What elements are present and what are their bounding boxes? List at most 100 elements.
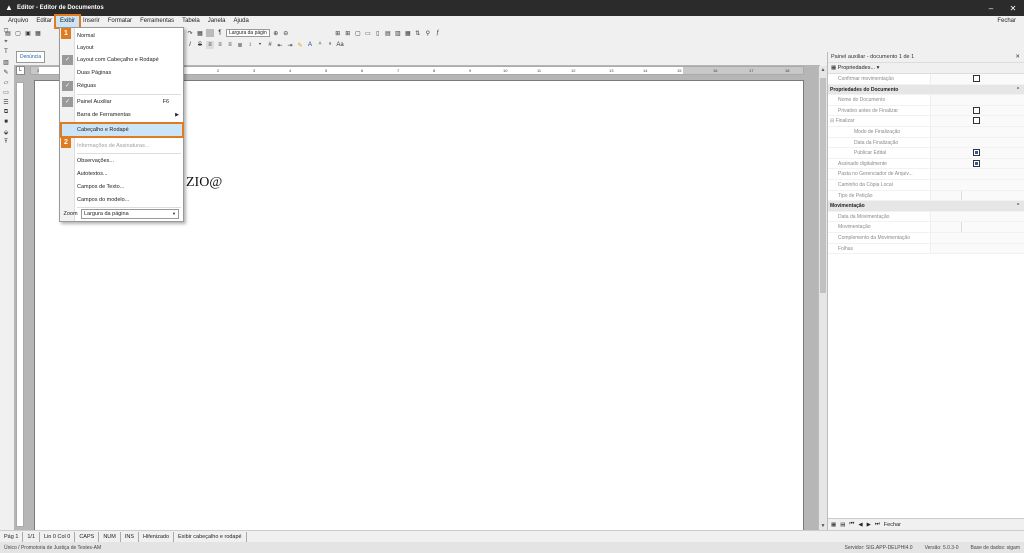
property-value[interactable] xyxy=(930,190,1024,201)
menu-janela[interactable]: Janela xyxy=(204,16,230,27)
property-value[interactable] xyxy=(930,126,1024,137)
zoom-select[interactable]: Largura da página ▼ xyxy=(81,209,179,219)
property-value[interactable] xyxy=(930,179,1024,190)
property-row[interactable]: Data da Movimentação xyxy=(828,211,1024,223)
property-row[interactable]: Complemento da Movimentação xyxy=(828,232,1024,244)
property-value[interactable] xyxy=(930,148,1024,158)
paint-icon[interactable]: ⬙ xyxy=(2,128,10,136)
menu-editar[interactable]: Editar xyxy=(32,16,56,27)
property-row[interactable]: Data da Finalização xyxy=(828,137,1024,149)
text-tool-icon[interactable]: T xyxy=(2,48,10,56)
list-view-icon[interactable]: ▤ xyxy=(840,522,845,528)
image-icon[interactable]: ▧ xyxy=(2,58,10,66)
menu-item-aux-panel[interactable]: ✓ Painel Auxiliar F6 xyxy=(60,96,183,108)
layers-icon[interactable]: ☰ xyxy=(2,98,10,106)
close-button[interactable]: ✕ xyxy=(1002,0,1024,16)
menu-item-normal[interactable]: Normal xyxy=(60,30,183,42)
property-checkbox[interactable] xyxy=(973,159,980,167)
property-row[interactable]: Confirmar movimentação xyxy=(828,74,1024,85)
panel-properties-combo[interactable]: ▦ Propriedades... ▾ xyxy=(828,63,1024,74)
font-color-icon[interactable]: A xyxy=(306,41,314,49)
property-row[interactable]: Assinado digitalmente xyxy=(828,158,1024,170)
italic-icon[interactable]: I xyxy=(186,41,194,49)
property-value[interactable] xyxy=(930,211,1024,222)
frame-icon[interactable]: ▭ xyxy=(2,88,10,96)
property-value[interactable] xyxy=(930,222,1024,232)
menu-formatar[interactable]: Formatar xyxy=(104,16,136,27)
property-section[interactable]: Propriedades do Documento ⌃ xyxy=(828,84,1024,96)
menu-item-two-pages[interactable]: Duas Páginas xyxy=(60,67,183,79)
font-size-up-icon[interactable]: ᴬ xyxy=(316,41,324,49)
menu-item-autotexts[interactable]: Autotextos... xyxy=(60,168,183,180)
open-icon[interactable]: ▢ xyxy=(14,29,22,37)
menu-exibir[interactable]: Exibir xyxy=(54,14,82,29)
split-icon[interactable]: ▯ xyxy=(374,29,382,37)
menu-ferramentas[interactable]: Ferramentas xyxy=(136,16,178,27)
filter-icon[interactable]: ⚲ xyxy=(424,29,432,37)
property-row[interactable]: Tipo de Petição xyxy=(828,190,1024,202)
property-value[interactable] xyxy=(930,116,1024,126)
property-section[interactable]: Movimentação ⌃ xyxy=(828,201,1024,212)
cell-icon[interactable]: ▢ xyxy=(354,29,362,37)
change-case-icon[interactable]: Aa xyxy=(336,41,344,49)
minimize-button[interactable]: – xyxy=(980,0,1002,16)
ruler-corner[interactable]: L xyxy=(16,66,25,75)
menu-item-toolbars[interactable]: Barra de Ferramentas ▶ xyxy=(60,109,183,121)
list-bullet-icon[interactable]: • xyxy=(256,41,264,49)
menu-item-notes[interactable]: Observações... xyxy=(60,155,183,167)
line-spacing-icon[interactable]: ↕ xyxy=(246,41,254,49)
align-center-icon[interactable]: ≡ xyxy=(216,41,224,49)
property-row[interactable]: Movimentação xyxy=(828,222,1024,233)
table-icon[interactable]: ▦ xyxy=(196,29,204,37)
property-row[interactable]: Caminho da Cópia Local xyxy=(828,179,1024,191)
property-value[interactable] xyxy=(930,137,1024,148)
menu-item-layout[interactable]: Layout xyxy=(60,42,183,54)
menu-item-layout-header-footer[interactable]: ✓ Layout com Cabeçalho e Rodapé xyxy=(60,54,183,66)
panel-fechar-button[interactable]: Fechar xyxy=(884,522,901,528)
scrollbar-thumb[interactable] xyxy=(820,78,826,293)
grid-insert-icon[interactable]: ⊞ xyxy=(344,29,352,37)
property-checkbox[interactable] xyxy=(973,117,980,125)
align-left-icon[interactable]: ≡ xyxy=(206,41,214,49)
copy-icon[interactable]: ⧉ xyxy=(2,108,10,116)
menu-item-template-fields[interactable]: Campos do modelo... xyxy=(60,194,183,206)
grid-view-icon[interactable]: ▦ xyxy=(831,522,836,528)
property-checkbox[interactable] xyxy=(973,149,980,157)
print-icon[interactable]: ▦ xyxy=(34,29,42,37)
document-text[interactable]: ZIO@ xyxy=(186,175,222,191)
property-value[interactable] xyxy=(930,74,1024,84)
vertical-scrollbar[interactable]: ▲ ▼ xyxy=(818,66,827,530)
property-row[interactable]: Folhas xyxy=(828,243,1024,255)
type-icon[interactable]: Ŧ xyxy=(2,138,10,146)
shading-icon[interactable] xyxy=(206,29,214,37)
row-icon[interactable]: ▥ xyxy=(394,29,402,37)
justify-icon[interactable]: ≣ xyxy=(236,41,244,49)
sort-icon[interactable]: ⇅ xyxy=(414,29,422,37)
shape-icon[interactable]: ▱ xyxy=(2,78,10,86)
pilcrow-icon[interactable]: ¶ xyxy=(216,29,224,37)
property-row[interactable]: Modo de Finalização xyxy=(828,126,1024,138)
property-value[interactable] xyxy=(930,105,1024,116)
align-right-icon[interactable]: ≡ xyxy=(226,41,234,49)
col-icon[interactable]: ▦ xyxy=(404,29,412,37)
zoom-combo[interactable]: Largura da págin xyxy=(226,29,270,37)
scroll-down-icon[interactable]: ▼ xyxy=(819,522,827,530)
property-row[interactable]: Publicar Edital xyxy=(828,148,1024,159)
list-number-icon[interactable]: # xyxy=(266,41,274,49)
first-record-icon[interactable]: ⏮ xyxy=(849,521,854,528)
indent-icon[interactable]: ⇥ xyxy=(286,41,294,49)
scroll-up-icon[interactable]: ▲ xyxy=(819,66,827,74)
merge-icon[interactable]: ▭ xyxy=(364,29,372,37)
brush-icon[interactable]: ✎ xyxy=(2,68,10,76)
grid-icon[interactable]: ⊞ xyxy=(334,29,342,37)
menu-tabela[interactable]: Tabela xyxy=(178,16,204,27)
stamp-icon[interactable]: ⛉ xyxy=(2,28,10,36)
border-icon[interactable]: ▤ xyxy=(384,29,392,37)
prev-record-icon[interactable]: ◀ xyxy=(858,522,862,528)
last-record-icon[interactable]: ⏭ xyxy=(875,521,880,528)
menu-item-rulers[interactable]: ✓ Réguas xyxy=(60,80,183,92)
highlight-icon[interactable]: ✎ xyxy=(296,41,304,49)
property-value[interactable] xyxy=(930,232,1024,243)
property-row[interactable]: ⊟ Finalizar xyxy=(828,116,1024,127)
section-toggle[interactable]: ⌃ xyxy=(1016,201,1024,211)
